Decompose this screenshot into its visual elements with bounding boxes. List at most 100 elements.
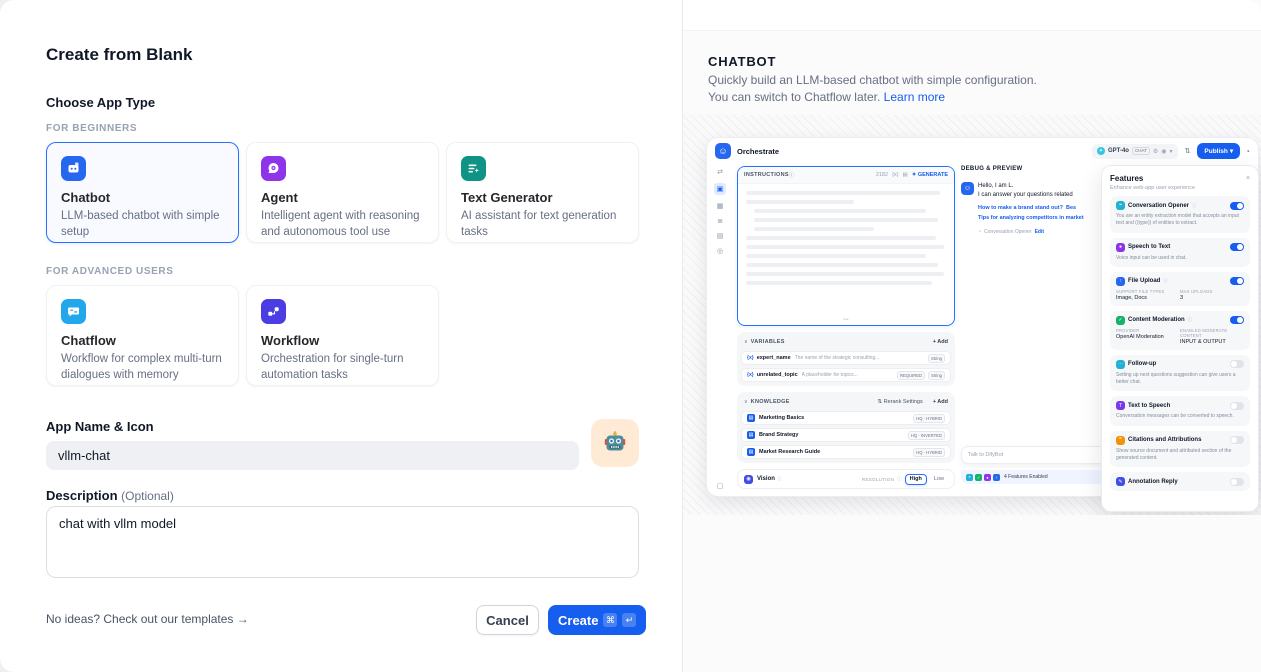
microphone-icon: ●: [1116, 243, 1125, 252]
debug-column: DEBUG & PREVIEW ☺ Hello, I am L. I can a…: [961, 166, 1101, 496]
preview-pane: CHATBOT Quickly build an LLM-based chatb…: [682, 0, 1261, 672]
exchange-icon[interactable]: ⇄: [717, 168, 723, 176]
index-mode-badge: HQ · HYBRID: [913, 448, 945, 457]
content-moderation-toggle[interactable]: [1230, 316, 1244, 324]
feature-text-to-speech: T Text to Speech Conversation messages c…: [1110, 396, 1250, 425]
conversation-opener-icon: ❝: [1116, 201, 1125, 210]
app-type-card-chatflow[interactable]: Chatflow Workflow for complex multi-turn…: [46, 285, 239, 386]
file-upload-toggle[interactable]: [1230, 277, 1244, 285]
collapse-icon[interactable]: ▢: [707, 482, 733, 490]
config-column: INSTRUCTIONS ⓘ 2182 {x} ▤ ✦ GENERATE: [737, 166, 955, 489]
card-description: Workflow for complex multi-turn dialogue…: [61, 352, 224, 383]
preview-description: Quickly build an LLM-based chatbot with …: [708, 72, 1038, 106]
description-optional-label: (Optional): [121, 489, 174, 503]
knowledge-row[interactable]: ▤ Marketing Basics HQ · HYBRID: [741, 411, 951, 425]
list-icon[interactable]: ≣: [717, 217, 723, 225]
feature-file-upload: ↑ File Upload ⓘ SUPPORT FILE TYPESImage,…: [1110, 272, 1250, 306]
app-name-label: App Name & Icon: [46, 419, 154, 434]
feature-content-moderation: ✓ Content Moderation ⓘ PROVIDEROpenAI Mo…: [1110, 311, 1250, 350]
document-icon: ▤: [747, 431, 755, 439]
suggested-question[interactable]: How to make a brand stand out? Bes: [978, 205, 1101, 211]
variables-icon[interactable]: {x}: [892, 172, 898, 178]
file-upload-icon: ↑: [1116, 277, 1125, 286]
document-icon: ▤: [747, 414, 755, 422]
model-selector[interactable]: ✦ GPT-4o CHAT ⚙ ◉ ▾: [1092, 144, 1178, 159]
info-icon: ⓘ: [789, 171, 795, 179]
speech-mini-icon: ●: [984, 474, 991, 481]
instructions-skeleton: [738, 184, 954, 292]
info-icon: ⓘ: [1188, 317, 1193, 323]
cancel-button[interactable]: Cancel: [476, 605, 539, 635]
preview-top-strip: [683, 0, 1261, 31]
preview-hatched-area: ☺ Orchestrate ✦ GPT-4o CHAT ⚙ ◉ ▾ ⇅ Publ…: [683, 115, 1261, 515]
plus-icon: +: [933, 399, 936, 405]
resolution-high-chip[interactable]: High: [905, 474, 927, 485]
create-app-dialog: Create from Blank Choose App Type FOR BE…: [0, 0, 682, 672]
model-settings-icon: ⚙: [1153, 148, 1158, 155]
notes-icon[interactable]: ▤: [717, 232, 724, 240]
resolution-low-chip[interactable]: Low: [930, 475, 948, 484]
globe-icon[interactable]: ◎: [717, 247, 723, 255]
app-type-card-text-generator[interactable]: Text Generator AI assistant for text gen…: [446, 142, 639, 243]
text-to-speech-icon: T: [1116, 401, 1125, 410]
chat-input[interactable]: Talk to DifyBot: [961, 446, 1111, 464]
suggested-question[interactable]: Tips for analyzing competitors in market: [978, 215, 1101, 221]
close-icon[interactable]: ×: [1246, 175, 1250, 182]
text-generator-icon: [461, 156, 486, 181]
debug-preview-header: DEBUG & PREVIEW: [961, 166, 1101, 172]
card-title: Text Generator: [461, 190, 624, 205]
gallery-icon[interactable]: ▦: [717, 202, 724, 210]
caret-down-icon[interactable]: ∨: [744, 339, 748, 345]
description-textarea[interactable]: chat with vllm model: [46, 506, 639, 578]
citations-toggle[interactable]: [1230, 436, 1244, 444]
enter-key-icon: ↵: [622, 613, 636, 627]
variable-braces-icon: {x}: [747, 372, 754, 378]
advanced-app-cards: Chatflow Workflow for complex multi-turn…: [46, 285, 439, 386]
add-knowledge-button[interactable]: + Add: [933, 399, 948, 405]
cmd-key-icon: ⌘: [603, 613, 617, 627]
annotation-reply-icon: ✎: [1116, 477, 1125, 486]
instructions-panel[interactable]: INSTRUCTIONS ⓘ 2182 {x} ▤ ✦ GENERATE: [737, 166, 955, 326]
edit-opener-link[interactable]: Edit: [1035, 229, 1044, 235]
speech-to-text-toggle[interactable]: [1230, 243, 1244, 251]
text-to-speech-toggle[interactable]: [1230, 402, 1244, 410]
caret-down-icon[interactable]: ∨: [744, 399, 748, 405]
resize-handle[interactable]: •••: [843, 317, 848, 323]
variable-row[interactable]: {x} unrelated_topic A placeholder for to…: [741, 368, 951, 382]
variables-section: ∨ VARIABLES + Add {x} expert_name The na…: [737, 332, 955, 386]
copy-icon[interactable]: ▤: [903, 172, 908, 178]
publish-button[interactable]: Publish ▾: [1197, 143, 1240, 159]
app-type-card-agent[interactable]: Agent Intelligent agent with reasoning a…: [246, 142, 439, 243]
app-icon-button[interactable]: [591, 419, 639, 467]
variable-row[interactable]: {x} expert_name The name of the strategi…: [741, 351, 951, 365]
type-badge: String: [928, 371, 945, 380]
features-enabled-bar: ❝ ✓ ● ↑ 4 Features Enabled: [961, 470, 1111, 484]
learn-more-link[interactable]: Learn more: [884, 90, 945, 104]
variable-braces-icon: {x}: [747, 355, 754, 361]
generate-button[interactable]: ✦ GENERATE: [912, 172, 948, 178]
rerank-settings-button[interactable]: ⇅ Rerank Settings: [877, 399, 922, 405]
knowledge-row[interactable]: ▤ Brand Strategy HQ · INVERTED: [741, 428, 951, 442]
annotation-reply-toggle[interactable]: [1230, 478, 1244, 486]
app-type-card-workflow[interactable]: Workflow Orchestration for single-turn a…: [246, 285, 439, 386]
orchestrate-nav-icon[interactable]: ▣: [714, 183, 726, 195]
model-provider-icon: ✦: [1097, 147, 1105, 155]
workflow-icon: [261, 299, 286, 324]
plus-icon: +: [933, 339, 936, 345]
info-icon: ⓘ: [1163, 278, 1168, 284]
knowledge-row[interactable]: ▤ Market Research Guide HQ · HYBRID: [741, 445, 951, 459]
info-icon: ⓘ: [777, 476, 782, 482]
app-name-input[interactable]: [46, 441, 579, 470]
description-label: Description (Optional): [46, 488, 174, 503]
create-button[interactable]: Create ⌘ ↵: [548, 605, 646, 635]
add-variable-button[interactable]: + Add: [933, 339, 948, 345]
conversation-opener-toggle[interactable]: [1230, 202, 1244, 210]
moderation-mini-icon: ✓: [975, 474, 982, 481]
robot-emoji-icon: [602, 430, 628, 456]
params-sliders-icon[interactable]: ⇅: [1185, 147, 1191, 155]
app-type-card-chatbot[interactable]: Chatbot LLM-based chatbot with simple se…: [46, 142, 239, 243]
templates-link[interactable]: No ideas? Check out our templates →: [46, 612, 249, 626]
follow-up-toggle[interactable]: [1230, 360, 1244, 368]
preview-app-header: ☺ Orchestrate ✦ GPT-4o CHAT ⚙ ◉ ▾ ⇅ Publ…: [707, 138, 1258, 164]
history-clock-icon[interactable]: ◔: [1245, 147, 1250, 156]
